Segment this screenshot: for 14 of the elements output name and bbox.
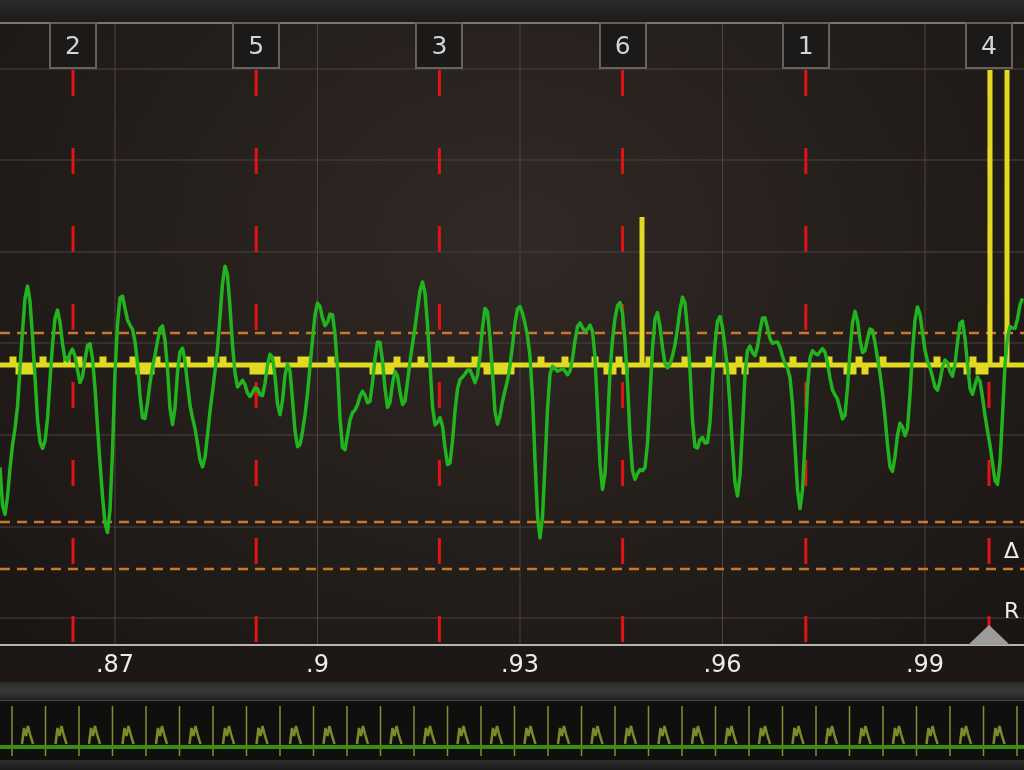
triangle-pointer-icon[interactable]	[968, 625, 1010, 645]
marker-label: 5	[232, 22, 281, 69]
side-label: R	[1004, 600, 1020, 622]
axis-tick-label: .99	[905, 651, 945, 678]
marker-label: 4	[965, 22, 1013, 69]
marker-label: 3	[415, 22, 464, 69]
axis-tick-label: .87	[95, 651, 135, 678]
marker-label: 6	[598, 22, 647, 69]
marker-label: 2	[49, 22, 97, 69]
axis-tick-label: .96	[703, 651, 742, 678]
side-label: Δ	[1004, 540, 1020, 562]
axis-tick-label: .93	[500, 651, 540, 678]
axis-tick-label: .9	[306, 651, 329, 678]
marker-label: 1	[781, 22, 830, 69]
